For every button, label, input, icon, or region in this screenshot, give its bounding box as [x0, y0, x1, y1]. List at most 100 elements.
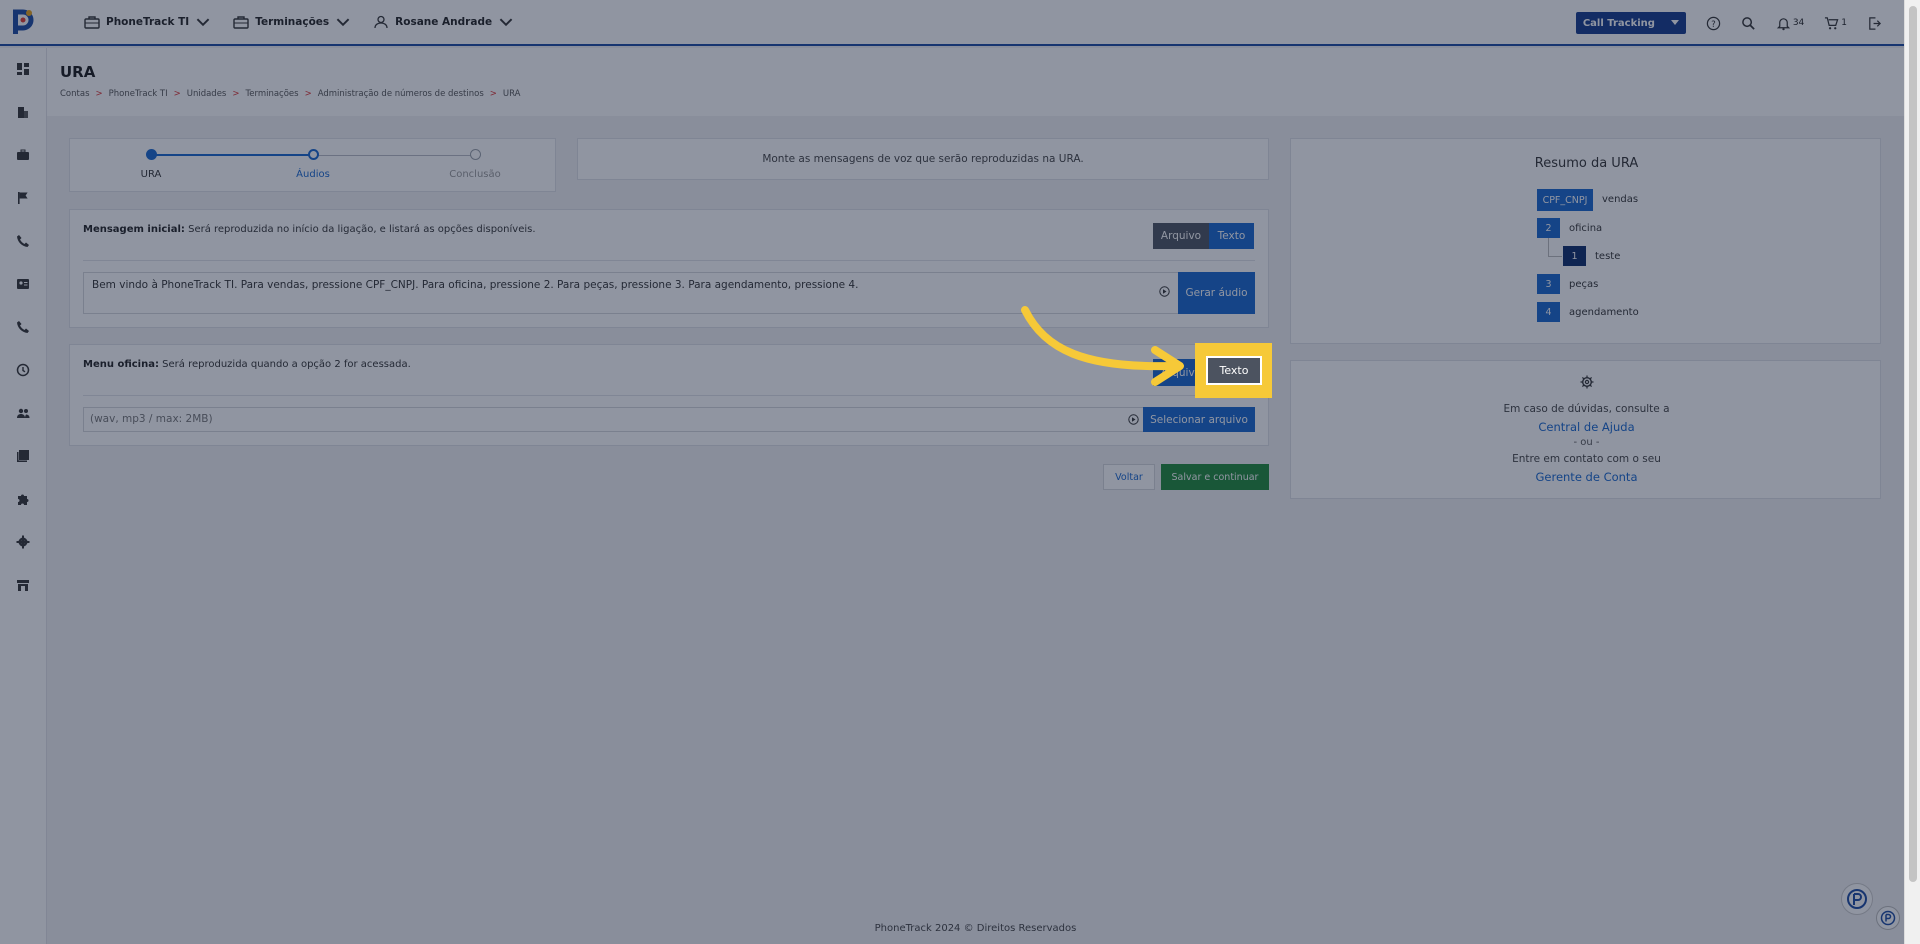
- footer: PhoneTrack 2024 © Direitos Reservados: [47, 912, 1904, 944]
- product-select-value: Call Tracking: [1582, 17, 1655, 29]
- chat-widget[interactable]: [1841, 883, 1873, 915]
- summary-key: 1: [1563, 246, 1586, 266]
- phone-icon: [17, 235, 29, 247]
- cart-button[interactable]: 1: [1824, 16, 1847, 31]
- phonetrack-logo[interactable]: [0, 0, 46, 45]
- search-button[interactable]: [1741, 16, 1756, 31]
- help-icon: ?: [1706, 16, 1721, 30]
- support-icon: [1880, 910, 1896, 926]
- search-icon: [1741, 16, 1755, 30]
- summary-panel: Resumo da URA CPF_CNPJ vendas 2 oficina …: [1290, 138, 1881, 344]
- step-label-current: Áudios: [296, 169, 330, 180]
- menu-oficina-caption: Menu oficina: Será reproduzida quando a …: [83, 359, 411, 370]
- briefcase-icon: [17, 149, 29, 160]
- breadcrumb-item[interactable]: Terminações: [246, 89, 299, 99]
- clock-icon: [16, 363, 30, 377]
- sidebar-item-dashboard[interactable]: [14, 60, 32, 78]
- chat-icon: [1847, 889, 1867, 909]
- tree-connector: [1548, 238, 1549, 256]
- step-label: URA: [140, 169, 162, 180]
- breadcrumb-separator: >: [95, 89, 103, 99]
- support-widget[interactable]: [1876, 906, 1900, 930]
- summary-label: vendas: [1602, 194, 1639, 205]
- phone-icon: [17, 321, 29, 333]
- play-icon[interactable]: [1159, 286, 1170, 297]
- breadcrumb-separator: >: [304, 89, 312, 99]
- nav-terminations-label: Terminações: [255, 16, 330, 28]
- summary-label: peças: [1569, 279, 1599, 290]
- sidebar-item-calls[interactable]: [14, 232, 32, 250]
- sidebar-item-history[interactable]: [14, 361, 32, 379]
- stepper-line-done: [151, 154, 313, 156]
- step-dot-done: [146, 149, 157, 160]
- breadcrumb-separator: >: [489, 89, 497, 99]
- play-icon[interactable]: [1128, 414, 1139, 425]
- sidebar-item-store[interactable]: [14, 576, 32, 594]
- chevron-down-icon: [336, 18, 350, 27]
- summary-title: Resumo da URA: [1534, 156, 1639, 171]
- oficina-text-toggle[interactable]: Texto: [1206, 356, 1262, 385]
- top-bar: PhoneTrack TI Terminações Rosane Andrade…: [0, 0, 1904, 46]
- chevron-down-icon: [196, 18, 210, 27]
- breadcrumb-item[interactable]: Unidades: [187, 89, 227, 99]
- initial-file-toggle[interactable]: Arquivo: [1153, 223, 1209, 249]
- breadcrumb-item[interactable]: PhoneTrack TI: [109, 89, 168, 99]
- initial-text-toggle[interactable]: Texto: [1209, 223, 1254, 249]
- breadcrumb-item-current: URA: [502, 89, 521, 99]
- tree-connector: [1548, 256, 1562, 257]
- initial-message-label: Mensagem inicial:: [83, 224, 185, 235]
- sidebar: [0, 48, 47, 944]
- breadcrumb-separator: >: [232, 89, 240, 99]
- summary-key: 3: [1537, 274, 1560, 294]
- select-file-button[interactable]: Selecionar arquivo: [1143, 407, 1255, 432]
- sidebar-item-users[interactable]: [14, 404, 32, 422]
- sidebar-item-accounts[interactable]: [14, 146, 32, 164]
- info-message: Monte as mensagens de voz que serão repr…: [762, 153, 1084, 165]
- stepper: URA Áudios Conclusão: [69, 138, 556, 192]
- sidebar-item-buildings[interactable]: [14, 103, 32, 121]
- breadcrumb: Contas > PhoneTrack TI > Unidades > Termina…: [60, 89, 521, 99]
- file-input[interactable]: (wav, mp3 / max: 2MB): [83, 407, 1149, 432]
- notifications-button[interactable]: 34: [1776, 16, 1804, 31]
- summary-key: 4: [1537, 302, 1560, 322]
- annotation-arrow: [1021, 306, 1184, 386]
- help-text: Entre em contato com o seu: [1512, 453, 1661, 465]
- breadcrumb-item[interactable]: Contas: [60, 89, 90, 99]
- users-icon: [17, 408, 30, 418]
- summary-key: CPF_CNPJ: [1537, 189, 1593, 211]
- help-text: Em caso de dúvidas, consulte a: [1503, 403, 1670, 415]
- logout-button[interactable]: [1867, 16, 1882, 31]
- scrollbar-thumb[interactable]: [1909, 6, 1917, 882]
- sidebar-item-settings[interactable]: [14, 533, 32, 551]
- sidebar-item-contacts[interactable]: [14, 275, 32, 293]
- store-icon: [17, 580, 29, 591]
- puzzle-icon: [18, 494, 29, 505]
- back-button[interactable]: Voltar: [1103, 464, 1155, 490]
- nav-terminations[interactable]: Terminações: [233, 15, 351, 29]
- summary-label: teste: [1595, 251, 1621, 262]
- building-icon: [18, 107, 28, 118]
- menu-oficina-description: Será reproduzida quando a opção 2 for ac…: [162, 359, 411, 370]
- cart-icon: [1825, 16, 1839, 29]
- notifications-count: 34: [1792, 18, 1805, 28]
- step-dot-current: [308, 149, 319, 160]
- account-manager-link[interactable]: Gerente de Conta: [1291, 470, 1882, 484]
- info-banner: Monte as mensagens de voz que serão repr…: [577, 138, 1269, 180]
- nav-user[interactable]: Rosane Andrade: [373, 15, 514, 29]
- scrollbar[interactable]: [1904, 0, 1920, 944]
- sidebar-item-telephony[interactable]: [14, 318, 32, 336]
- nav-account[interactable]: PhoneTrack TI: [84, 15, 211, 29]
- nav-user-label: Rosane Andrade: [395, 16, 493, 28]
- nav-account-label: PhoneTrack TI: [106, 16, 190, 28]
- cart-count: 1: [1841, 18, 1847, 28]
- product-select[interactable]: Call Tracking: [1575, 12, 1686, 34]
- logout-icon: [1869, 16, 1881, 30]
- sidebar-item-campaigns[interactable]: [14, 189, 32, 207]
- breadcrumb-item[interactable]: Administração de números de destinos: [318, 89, 484, 99]
- briefcase-icon: [84, 16, 100, 29]
- help-center-link[interactable]: Central de Ajuda: [1291, 420, 1882, 434]
- sidebar-item-library[interactable]: [14, 447, 32, 465]
- sidebar-item-integrations[interactable]: [14, 490, 32, 508]
- save-continue-button[interactable]: Salvar e continuar: [1161, 464, 1269, 490]
- help-button[interactable]: ?: [1706, 16, 1721, 31]
